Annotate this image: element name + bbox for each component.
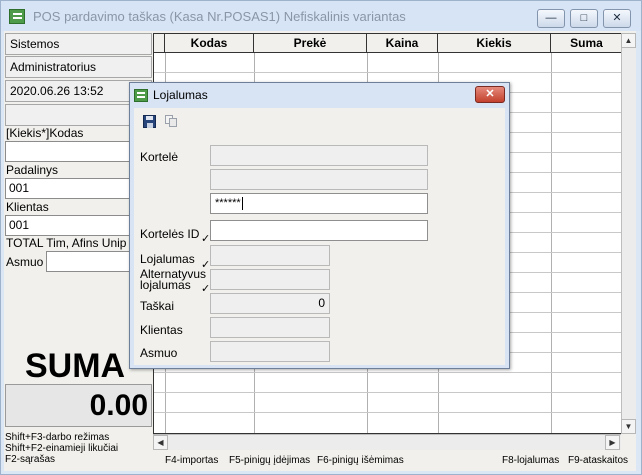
dialog-klientas-field	[210, 317, 330, 338]
hint-work-mode: Shift+F3-darbo režimas	[5, 432, 110, 443]
kortele-field-1	[210, 145, 428, 166]
lojalumas-field	[210, 245, 330, 266]
alternatyvus-label: Alternatyvus lojalumas	[140, 268, 206, 292]
save-icon[interactable]	[143, 115, 156, 128]
taskai-field: 0	[210, 293, 330, 314]
loyalty-dialog: Lojalumas ✕ Kortelė ****** Kortelės ID ✓…	[129, 82, 510, 369]
taskai-label: Taškai	[140, 299, 175, 313]
scroll-up-button[interactable]: ▲	[621, 33, 636, 48]
sistemos-button[interactable]: Sistemos	[5, 33, 152, 55]
suma-label: SUMA	[25, 347, 126, 385]
hint-list: F2-sąrašas	[5, 454, 56, 465]
save-icon-shutter	[147, 123, 153, 128]
text-cursor	[241, 196, 243, 210]
hotkey-f5[interactable]: F5-pinigų įdėjimas	[229, 455, 310, 466]
scroll-left-button[interactable]: ◀	[153, 435, 168, 450]
dialog-asmuo-label: Asmuo	[140, 346, 178, 360]
klientas-label: Klientas	[6, 200, 49, 214]
save-icon-label	[146, 116, 153, 120]
dialog-title-bar: Lojalumas ✕	[130, 83, 509, 107]
padalinys-label: Padalinys	[6, 163, 59, 177]
close-icon: ✕	[485, 88, 495, 100]
alternatyvus-field	[210, 269, 330, 290]
minimize-icon: —	[545, 12, 557, 24]
minimize-button[interactable]: —	[537, 9, 565, 28]
vertical-scrollbar[interactable]: ▲ ▼	[621, 33, 636, 434]
column-header-kodas[interactable]: Kodas	[165, 34, 254, 53]
window-title: POS pardavimo taškas (Kasa Nr.POSAS1) Ne…	[33, 9, 406, 24]
dialog-app-icon	[134, 89, 148, 102]
suma-value: 0.00	[89, 389, 148, 422]
lojalumas-label: Lojalumas	[140, 252, 195, 266]
arrow-up-icon: ▲	[624, 36, 633, 45]
kortele-label: Kortelė	[140, 150, 179, 164]
user-label: Administratorius	[5, 56, 152, 78]
asmuo-label: Asmuo	[6, 255, 44, 269]
column-header-suma[interactable]: Suma	[551, 34, 623, 53]
hint-stock: Shift+F2-einamieji likučiai	[5, 443, 119, 454]
grid-row-line	[154, 372, 624, 373]
dialog-close-button[interactable]: ✕	[475, 86, 505, 103]
column-header-kaina[interactable]: Kaina	[367, 34, 438, 53]
column-header-preke[interactable]: Prekė	[254, 34, 367, 53]
checkmark-icon: ✓	[201, 283, 211, 295]
hotkey-f9[interactable]: F9-ataskaitos	[568, 455, 628, 466]
arrow-right-icon: ▶	[609, 438, 616, 447]
kortele-field-2	[210, 169, 428, 190]
dialog-klientas-label: Klientas	[140, 323, 183, 337]
client-name: TOTAL Tim, Afins Unip	[6, 236, 127, 250]
maximize-icon: □	[580, 12, 588, 24]
scroll-down-button[interactable]: ▼	[621, 419, 636, 434]
copy-icon-front	[169, 118, 177, 127]
grid-row-line	[154, 412, 624, 413]
card-pin-value: ******	[215, 197, 241, 209]
suma-box: 0.00	[5, 384, 152, 427]
scroll-right-button[interactable]: ▶	[605, 435, 620, 450]
column-header-kiekis[interactable]: Kiekis	[438, 34, 551, 53]
copy-icon[interactable]	[165, 115, 178, 128]
grid-row-line	[154, 72, 624, 73]
checkmark-icon: ✓	[201, 233, 211, 245]
grid-row-line	[154, 392, 624, 393]
dialog-asmuo-field	[210, 341, 330, 362]
hotkey-f8[interactable]: F8-lojalumas	[502, 455, 559, 466]
horizontal-scrollbar[interactable]: ◀ ▶	[153, 434, 621, 450]
hotkey-f4[interactable]: F4-importas	[165, 455, 218, 466]
grid-divider	[551, 53, 552, 433]
hotkey-f6[interactable]: F6-pinigų išėmimas	[317, 455, 404, 466]
alternatyvus-label-line2: lojalumas	[140, 278, 191, 292]
row-indicator-header	[154, 34, 165, 53]
card-pin-input[interactable]: ******	[210, 193, 428, 214]
app-icon	[9, 9, 25, 24]
korteles-id-input[interactable]	[210, 220, 428, 241]
title-bar: POS pardavimo taškas (Kasa Nr.POSAS1) Ne…	[1, 1, 641, 31]
maximize-button[interactable]: □	[570, 9, 598, 28]
dialog-body: Kortelė ****** Kortelės ID ✓ Lojalumas ✓…	[134, 108, 505, 365]
korteles-id-label: Kortelės ID	[140, 227, 200, 241]
arrow-left-icon: ◀	[157, 438, 164, 447]
close-button[interactable]: ✕	[603, 9, 631, 28]
close-icon: ✕	[612, 12, 622, 24]
qty-code-label: [Kiekis*]Kodas	[6, 126, 84, 140]
dialog-title: Lojalumas	[153, 88, 208, 102]
arrow-down-icon: ▼	[624, 422, 633, 431]
